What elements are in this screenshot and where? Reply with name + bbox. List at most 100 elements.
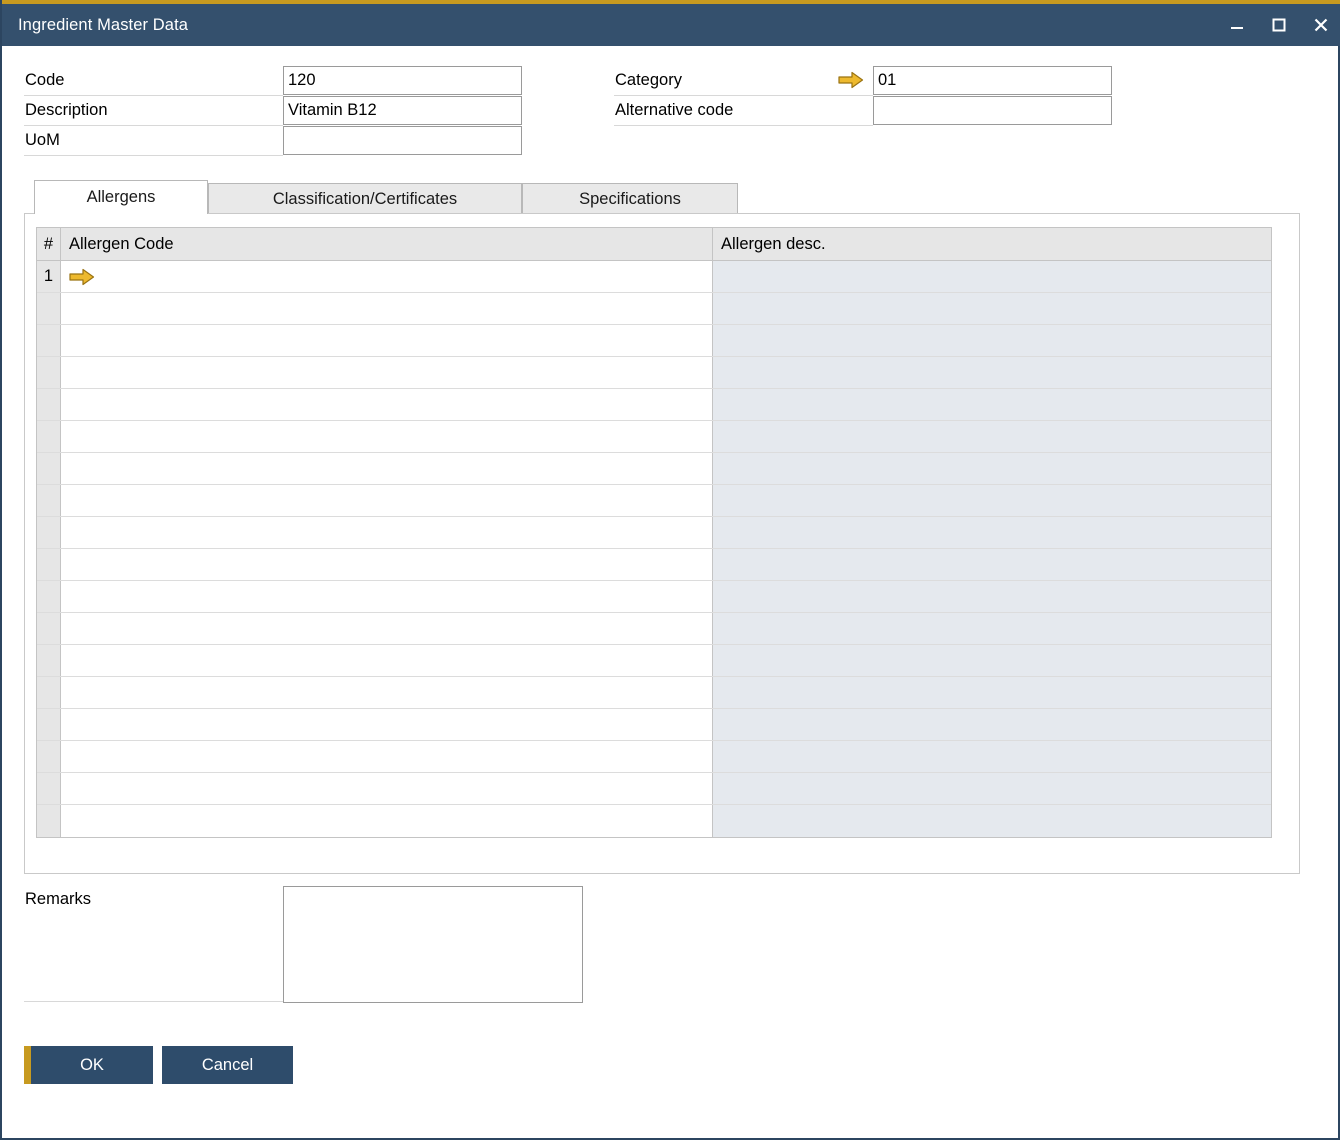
category-input[interactable] (873, 66, 1112, 95)
allergen-code-cell[interactable] (61, 261, 713, 292)
uom-input[interactable] (283, 126, 522, 155)
allergen-desc-cell (713, 485, 1271, 516)
row-number-cell[interactable] (37, 741, 61, 772)
table-row[interactable] (37, 677, 1271, 709)
allergen-code-cell[interactable] (61, 485, 713, 516)
allergen-code-cell[interactable] (61, 517, 713, 548)
allergen-desc-cell (713, 773, 1271, 804)
column-header-allergen-code[interactable]: Allergen Code (61, 228, 713, 260)
field-row-code: Code (25, 66, 64, 95)
allergen-code-cell[interactable] (61, 549, 713, 580)
ok-button[interactable]: OK (24, 1046, 153, 1084)
row-number-cell[interactable] (37, 421, 61, 452)
row-number-cell[interactable] (37, 805, 61, 837)
tab-allergens-label: Allergens (87, 188, 156, 207)
table-row[interactable] (37, 805, 1271, 837)
table-row[interactable] (37, 485, 1271, 517)
table-row[interactable] (37, 325, 1271, 357)
code-input[interactable] (283, 66, 522, 95)
row-number-cell[interactable] (37, 709, 61, 740)
table-row[interactable] (37, 549, 1271, 581)
allergen-code-cell[interactable] (61, 613, 713, 644)
allergen-code-cell[interactable] (61, 357, 713, 388)
tab-specifications[interactable]: Specifications (522, 183, 738, 214)
uom-label: UoM (25, 131, 60, 150)
table-row[interactable] (37, 517, 1271, 549)
allergen-code-cell[interactable] (61, 453, 713, 484)
allergen-code-cell[interactable] (61, 677, 713, 708)
row-number-cell[interactable] (37, 453, 61, 484)
table-row[interactable] (37, 421, 1271, 453)
allergen-desc-cell (713, 709, 1271, 740)
description-label: Description (25, 101, 108, 120)
row-number-cell[interactable] (37, 677, 61, 708)
allergen-code-cell[interactable] (61, 581, 713, 612)
table-row[interactable] (37, 453, 1271, 485)
row-number-cell[interactable] (37, 293, 61, 324)
column-header-rownum[interactable]: # (37, 228, 61, 260)
description-input[interactable] (283, 96, 522, 125)
allergen-desc-cell (713, 741, 1271, 772)
table-row[interactable] (37, 293, 1271, 325)
allergen-desc-cell (713, 293, 1271, 324)
allergen-code-cell[interactable] (61, 645, 713, 676)
row-number-cell[interactable] (37, 517, 61, 548)
minimize-button[interactable] (1216, 4, 1258, 46)
close-icon (1312, 16, 1330, 34)
row-number-cell[interactable] (37, 613, 61, 644)
table-row[interactable] (37, 389, 1271, 421)
allergen-code-cell[interactable] (61, 773, 713, 804)
allergen-code-cell[interactable] (61, 325, 713, 356)
table-row[interactable] (37, 613, 1271, 645)
table-row[interactable]: 1 (37, 261, 1271, 293)
row-number-cell[interactable] (37, 549, 61, 580)
category-link-arrow-icon[interactable] (838, 71, 864, 89)
grid-body: 1 (37, 261, 1271, 837)
alternative-code-input[interactable] (873, 96, 1112, 125)
row-number-cell[interactable] (37, 773, 61, 804)
row-number-cell[interactable] (37, 357, 61, 388)
field-row-description: Description (25, 96, 108, 125)
table-row[interactable] (37, 773, 1271, 805)
row-number-cell[interactable] (37, 485, 61, 516)
row-number-cell[interactable] (37, 581, 61, 612)
allergen-code-cell[interactable] (61, 709, 713, 740)
allergen-desc-cell (713, 677, 1271, 708)
tab-strip: Allergens Classification/Certificates Sp… (24, 180, 1300, 214)
tab-allergens[interactable]: Allergens (34, 180, 208, 214)
table-row[interactable] (37, 709, 1271, 741)
table-row[interactable] (37, 645, 1271, 677)
table-row[interactable] (37, 581, 1271, 613)
row-number-cell[interactable] (37, 389, 61, 420)
remarks-textarea[interactable] (283, 886, 583, 1003)
allergen-desc-cell (713, 613, 1271, 644)
allergen-code-cell[interactable] (61, 741, 713, 772)
column-header-allergen-desc[interactable]: Allergen desc. (713, 228, 1271, 260)
table-row[interactable] (37, 357, 1271, 389)
field-row-alternative-code: Alternative code (615, 96, 733, 125)
allergen-code-cell[interactable] (61, 421, 713, 452)
allergen-desc-cell (713, 645, 1271, 676)
allergen-desc-cell (713, 389, 1271, 420)
tab-classification-certificates-label: Classification/Certificates (273, 190, 457, 209)
maximize-button[interactable] (1258, 4, 1300, 46)
allergen-code-cell[interactable] (61, 389, 713, 420)
tab-specifications-label: Specifications (579, 190, 681, 209)
row-link-arrow-icon[interactable] (69, 268, 95, 286)
allergen-desc-cell (713, 805, 1271, 837)
row-number-cell[interactable] (37, 325, 61, 356)
minimize-icon (1228, 16, 1246, 34)
cancel-button[interactable]: Cancel (162, 1046, 293, 1084)
allergen-code-cell[interactable] (61, 805, 713, 837)
allergen-code-cell[interactable] (61, 293, 713, 324)
window-controls (1216, 4, 1340, 46)
close-button[interactable] (1300, 4, 1340, 46)
allergen-desc-cell (713, 517, 1271, 548)
allergen-desc-cell (713, 453, 1271, 484)
row-number-cell[interactable]: 1 (37, 261, 61, 292)
table-row[interactable] (37, 741, 1271, 773)
row-number-cell[interactable] (37, 645, 61, 676)
allergen-desc-cell (713, 325, 1271, 356)
tab-classification-certificates[interactable]: Classification/Certificates (208, 183, 522, 214)
allergen-desc-cell (713, 357, 1271, 388)
